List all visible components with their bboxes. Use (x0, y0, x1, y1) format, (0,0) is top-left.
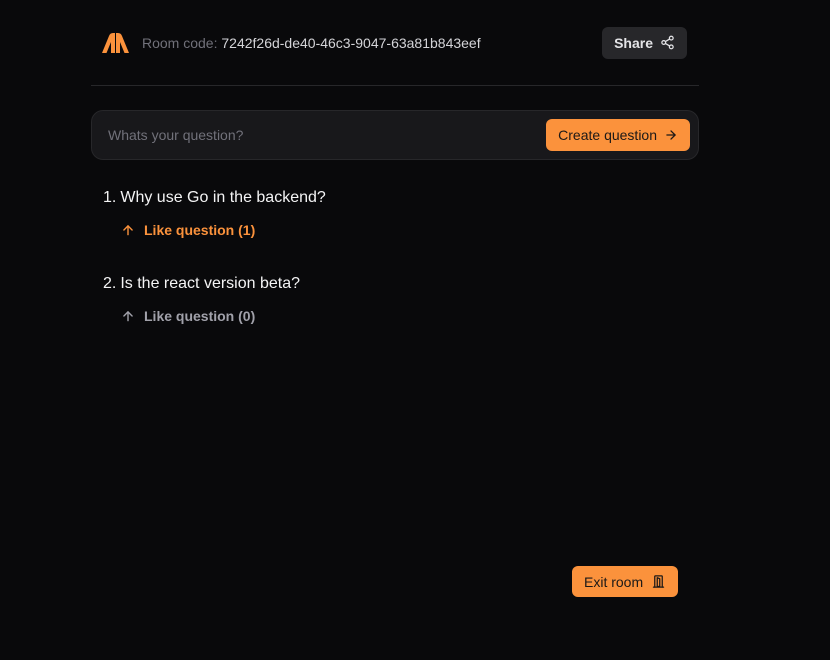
exit-room-label: Exit room (584, 573, 644, 590)
door-exit-icon (653, 575, 665, 588)
arrow-up-icon (123, 225, 133, 236)
share-button[interactable]: Share (602, 26, 687, 59)
share-button-label: Share (614, 34, 653, 51)
room-info: Room code: 7242f26d-de40-46c3-9047-63a81… (102, 32, 481, 53)
question-text: 2. Is the react version beta? (103, 274, 699, 294)
question-text: 1. Why use Go in the backend? (103, 188, 699, 208)
create-question-button[interactable]: Create question (546, 119, 690, 151)
exit-room-button[interactable]: Exit room (572, 566, 679, 597)
question-number: 1. (103, 189, 117, 206)
like-question-label: Like question (1) (144, 222, 256, 238)
question-input[interactable] (108, 127, 547, 143)
like-question-label: Like question (0) (144, 308, 256, 324)
question-title: Is the react version beta? (120, 275, 300, 292)
like-question-button[interactable]: Like question (0) (121, 308, 255, 324)
room-code-label: Room code: (142, 34, 218, 51)
question-item: 1. Why use Go in the backend? Like quest… (103, 188, 699, 242)
arrow-right-icon (666, 130, 676, 140)
room-container: Room code: 7242f26d-de40-46c3-9047-63a81… (91, 0, 699, 360)
share-icon (661, 35, 674, 50)
question-item: 2. Is the react version beta? Like quest… (103, 274, 699, 328)
create-question-label: Create question (558, 127, 657, 143)
app-logo-icon (102, 32, 129, 53)
room-header: Room code: 7242f26d-de40-46c3-9047-63a81… (91, 0, 699, 86)
arrow-up-icon (123, 311, 133, 322)
room-code-value: 7242f26d-de40-46c3-9047-63a81b843eef (221, 34, 481, 51)
questions-list: 1. Why use Go in the backend? Like quest… (91, 188, 699, 328)
room-page: Room code: 7242f26d-de40-46c3-9047-63a81… (0, 0, 830, 660)
question-title: Why use Go in the backend? (120, 189, 326, 206)
room-code: Room code: 7242f26d-de40-46c3-9047-63a81… (142, 35, 481, 51)
like-question-button[interactable]: Like question (1) (121, 222, 255, 238)
question-number: 2. (103, 275, 117, 292)
ask-question-form: Create question (91, 110, 699, 160)
